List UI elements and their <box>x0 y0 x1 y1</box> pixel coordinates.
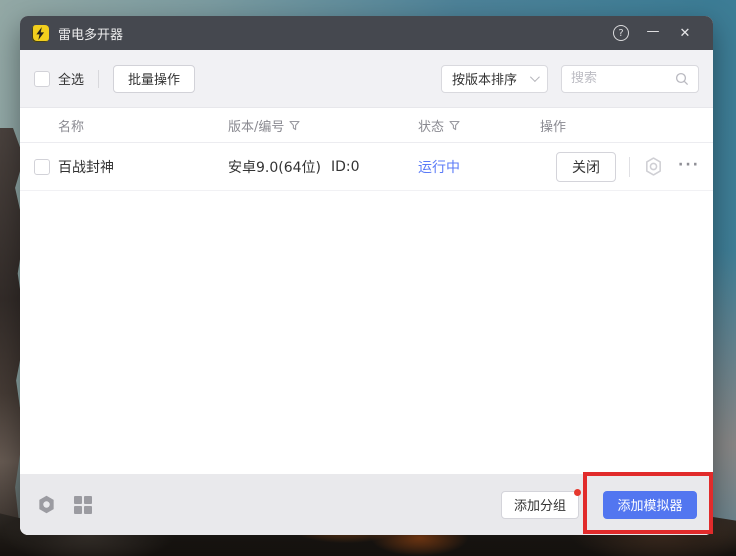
help-icon: ? <box>613 25 629 41</box>
operations-divider <box>629 157 630 177</box>
status-badge: 运行中 <box>418 157 460 177</box>
grid-square <box>84 496 92 504</box>
emulator-name: 百战封神 <box>58 157 228 177</box>
close-emulator-button[interactable]: 关闭 <box>556 152 616 182</box>
header-status-label: 状态 <box>418 116 444 135</box>
row-checkbox[interactable] <box>34 159 50 175</box>
titlebar: 雷电多开器 ? — ✕ <box>20 16 713 50</box>
notification-dot <box>574 489 581 496</box>
select-all-label: 全选 <box>58 69 84 88</box>
settings-nut-icon <box>36 494 57 515</box>
batch-operations-button[interactable]: 批量操作 <box>113 65 195 93</box>
search-input[interactable] <box>571 71 675 86</box>
sort-dropdown[interactable]: 按版本排序 <box>441 65 548 93</box>
search-box <box>561 65 699 93</box>
window-controls: ? — ✕ <box>605 16 701 50</box>
app-window: 雷电多开器 ? — ✕ 全选 批量操作 按版本排序 <box>20 16 713 535</box>
row-status-cell: 运行中 <box>418 157 540 177</box>
lightning-bolt-icon <box>35 27 46 40</box>
toolbar: 全选 批量操作 按版本排序 <box>20 50 713 108</box>
help-button[interactable]: ? <box>605 16 637 50</box>
chevron-down-icon <box>530 72 540 82</box>
select-all-checkbox[interactable] <box>34 71 50 87</box>
table-row: 百战封神 安卓9.0(64位) ID:0 运行中 关闭 ··· <box>20 143 713 191</box>
header-name: 名称 <box>58 116 228 135</box>
android-version: 安卓9.0(64位) <box>228 157 321 177</box>
row-checkbox-cell <box>34 159 58 175</box>
header-operations: 操作 <box>540 116 713 135</box>
header-version-label: 版本/编号 <box>228 116 284 135</box>
multi-instance-grid-button[interactable] <box>74 496 92 514</box>
add-emulator-button[interactable]: 添加模拟器 <box>603 491 697 519</box>
footer-right: 添加分组 添加模拟器 <box>501 491 697 519</box>
toolbar-right: 按版本排序 <box>441 65 699 93</box>
close-icon: ✕ <box>680 26 691 41</box>
close-button[interactable]: ✕ <box>669 16 701 50</box>
minimize-button[interactable]: — <box>637 16 669 50</box>
toolbar-divider <box>98 70 99 88</box>
grid-square <box>74 496 82 504</box>
footer-bar: 添加分组 添加模拟器 <box>20 474 713 535</box>
add-group-label: 添加分组 <box>514 495 566 514</box>
instance-id: ID:0 <box>331 159 360 175</box>
app-logo-icon <box>32 25 49 42</box>
row-operations-cell: 关闭 ··· <box>540 152 713 182</box>
row-settings-icon[interactable] <box>643 156 664 177</box>
sort-dropdown-value: 按版本排序 <box>452 69 517 88</box>
settings-button[interactable] <box>36 494 57 515</box>
table-header: 名称 版本/编号 状态 操作 <box>20 108 713 143</box>
add-group-button[interactable]: 添加分组 <box>501 491 579 519</box>
header-status: 状态 <box>418 116 540 135</box>
header-version: 版本/编号 <box>228 116 418 135</box>
search-icon <box>675 72 689 86</box>
row-version-cell: 安卓9.0(64位) ID:0 <box>228 157 418 177</box>
grid-square <box>84 506 92 514</box>
grid-square <box>74 506 82 514</box>
version-filter-icon[interactable] <box>289 120 300 131</box>
window-title: 雷电多开器 <box>58 24 123 43</box>
minimize-icon: — <box>647 24 660 39</box>
status-filter-icon[interactable] <box>449 120 460 131</box>
list-empty-area <box>20 191 713 474</box>
more-options-button[interactable]: ··· <box>678 157 700 173</box>
